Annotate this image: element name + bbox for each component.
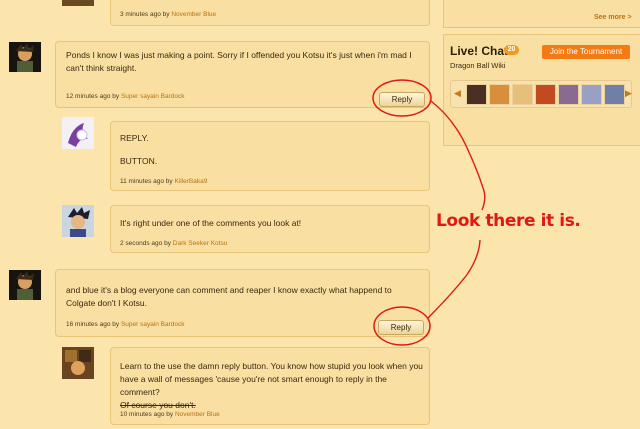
reply-card: It's right under one of the comments you… — [110, 205, 430, 253]
user-link[interactable]: KillerBaka9 — [174, 178, 207, 185]
reply-text-line: REPLY. — [120, 133, 149, 143]
chat-user-avatar[interactable] — [558, 84, 579, 105]
comment-meta: 3 minutes ago by November Blue — [120, 11, 217, 18]
reply-text-line: BUTTON. — [120, 156, 158, 166]
avatar — [9, 42, 41, 72]
live-chat-title: Live! Chat — [450, 44, 509, 58]
avatar-image — [68, 123, 88, 147]
wiki-name: Dragon Ball Wiki — [450, 61, 506, 70]
see-more-link[interactable]: See more > — [594, 14, 632, 21]
comment-card: Ponds I know I was just making a point. … — [55, 41, 430, 108]
avatar-image — [16, 43, 34, 72]
chat-user-avatar[interactable] — [581, 84, 602, 105]
reply-card: REPLY. BUTTON. 11 minutes ago by KillerB… — [110, 121, 430, 191]
chat-user-avatar[interactable] — [489, 84, 510, 105]
comment-text: Ponds I know I was just making a point. … — [66, 50, 412, 73]
reply-button[interactable]: Reply — [378, 320, 424, 335]
annotation-text: Look there it is. — [436, 211, 581, 231]
avatar-image — [16, 271, 34, 300]
avatar — [62, 0, 94, 6]
user-link[interactable]: Super sayain Bardock — [121, 93, 185, 100]
user-link[interactable]: Super sayain Bardock — [121, 321, 185, 328]
red-arrow-line — [427, 239, 481, 319]
comment-meta: 10 minutes ago by November Blue — [120, 411, 220, 418]
comment-meta: 2 seconds ago by Dark Seeker Kotsu — [120, 240, 228, 247]
user-link[interactable]: November Blue — [175, 411, 220, 418]
comment-meta: 11 minutes ago by KillerBaka9 — [120, 178, 208, 185]
live-chat-panel: See more > — [443, 0, 640, 28]
prev-arrow-icon[interactable]: ◀ — [454, 88, 461, 99]
user-link[interactable]: Dark Seeker Kotsu — [173, 240, 228, 247]
join-chat-button[interactable]: Join the Tournament — [542, 45, 630, 59]
comment-card: and blue it's a blog everyone can commen… — [55, 269, 430, 337]
comment-text: and blue it's a blog everyone can commen… — [66, 285, 392, 308]
chat-user-avatar[interactable] — [512, 84, 533, 105]
comment-text: It's right under one of the comments you… — [120, 218, 302, 228]
comment-meta: 16 minutes ago by Super sayain Bardock — [66, 321, 185, 328]
avatar — [62, 205, 94, 237]
live-chat-module: Live! Chat 20 Join the Tournament Dragon… — [443, 34, 640, 146]
chat-users-strip: ◀ ▶ — [450, 80, 632, 108]
avatar-image — [68, 207, 90, 237]
next-arrow-icon[interactable]: ▶ — [625, 88, 632, 99]
avatar — [62, 117, 94, 149]
avatar-image — [65, 350, 91, 375]
comment-meta: 12 minutes ago by Super sayain Bardock — [66, 93, 185, 100]
reply-button[interactable]: Reply — [379, 92, 425, 107]
avatar — [9, 270, 41, 300]
chat-user-count-badge: 20 — [504, 45, 519, 55]
avatar — [62, 347, 94, 379]
chat-user-avatar[interactable] — [535, 84, 556, 105]
chat-user-avatar[interactable] — [604, 84, 625, 105]
chat-user-avatar[interactable] — [466, 84, 487, 105]
comment-text: Learn to the use the damn reply button. … — [120, 360, 425, 412]
reply-card: Learn to the use the damn reply button. … — [110, 347, 430, 425]
user-link[interactable]: November Blue — [171, 11, 216, 18]
comment-card-top: 3 minutes ago by November Blue — [110, 0, 430, 26]
